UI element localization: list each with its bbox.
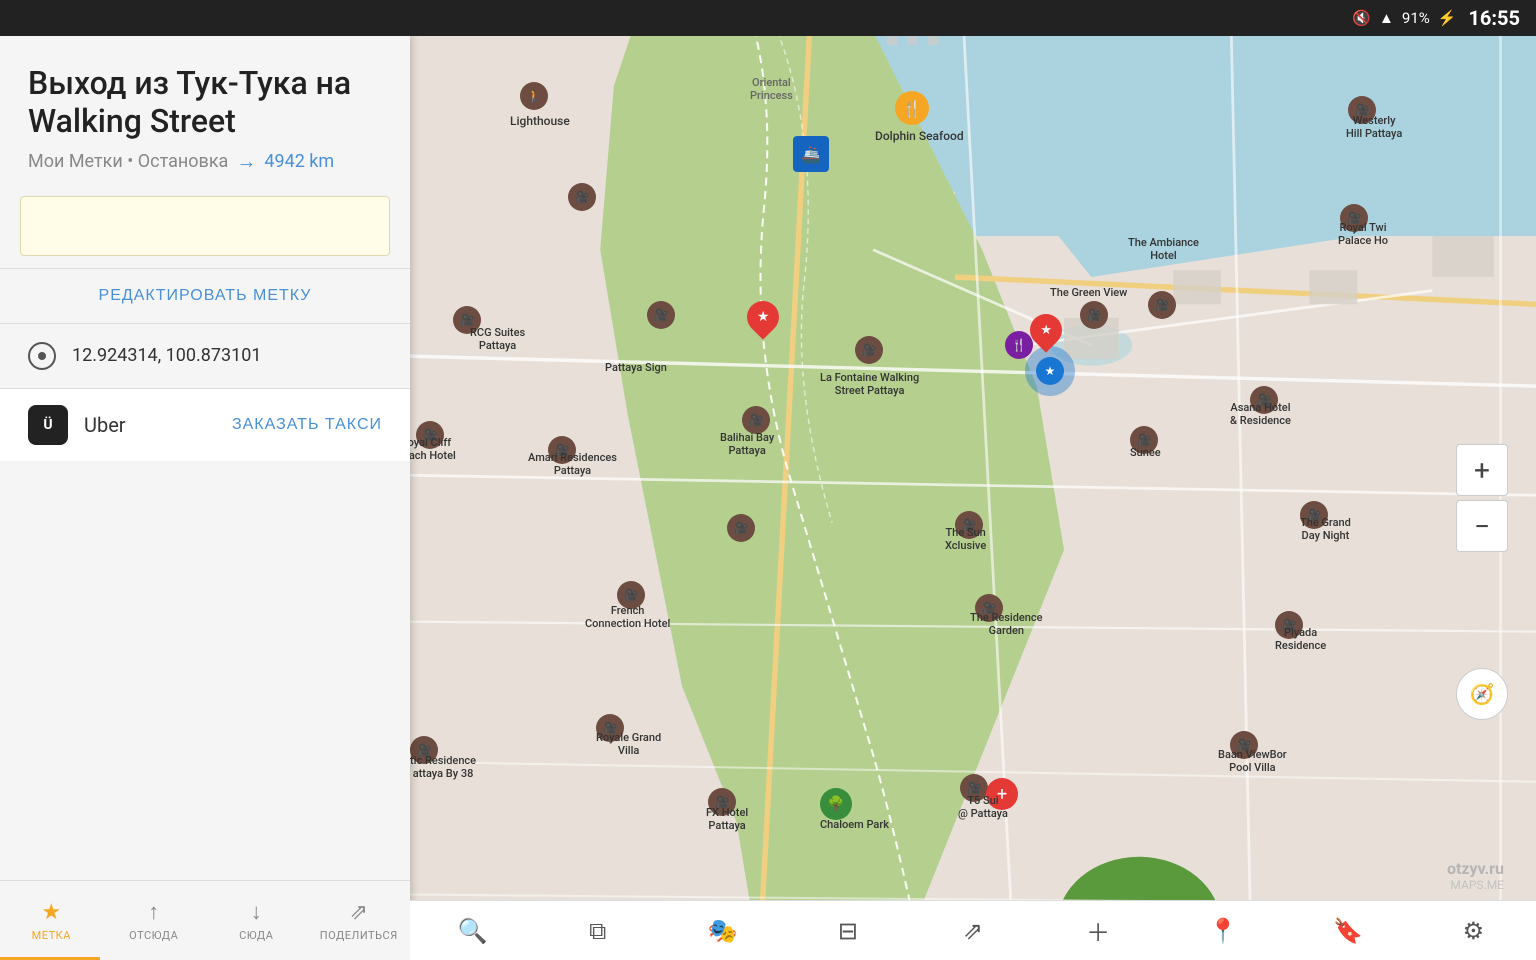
marker-greenview-icon[interactable]: 🎥 [1080,301,1108,329]
tab-otsyuda[interactable]: ↑ ОТСЮДА [103,891,206,950]
zoom-in-button[interactable]: + [1456,444,1508,496]
marker-balihai-icon[interactable]: 🎥 [742,406,770,434]
location-toolbar-button[interactable]: 📍 [1201,909,1245,953]
battery-text: 91% [1402,9,1430,27]
watermark: otzyv.ru MAPS.ME [1447,859,1504,892]
settings-icon: ⚙ [1463,917,1485,945]
marker-dolphin-seafood[interactable]: 🍴 Dolphin Seafood [895,91,929,125]
search-icon: 🔍 [458,917,488,945]
marker-lafontaine-icon[interactable]: 🎥 [855,336,883,364]
marker-ambiance-icon[interactable]: 🎥 [1148,291,1176,319]
add-toolbar-button[interactable]: ＋ [1076,909,1120,953]
tab-metka-label: МЕТКА [32,929,71,942]
marker-chaloem-icon[interactable]: 🌳 [820,788,852,820]
bookmark-toolbar-button[interactable]: 🔖 [1326,909,1370,953]
tab-otsyuda-icon: ↑ [148,899,159,925]
zoom-out-button[interactable]: − [1456,500,1508,552]
marker-star-pin[interactable]: ★ [1030,314,1062,354]
marker-restaurant-icon[interactable]: 🍴 [1005,331,1033,359]
search-toolbar-button[interactable]: 🔍 [451,909,495,953]
layers-toolbar-button[interactable]: ⧉ [576,909,620,953]
tab-podelis-label: ПОДЕЛИТЬСЯ [320,929,398,942]
panel-header: Выход из Тук-Тука на Walking Street Мои … [0,36,410,184]
coords-value: 12.924314, 100.873101 [72,345,261,366]
bookmark-icon: 🔖 [1333,917,1363,945]
marker-lighthouse[interactable]: 🚶 Lighthouse [520,82,548,110]
panel-title: Выход из Тук-Тука на Walking Street [28,64,382,141]
tab-syuda-icon: ↓ [251,899,262,925]
coords-icon [28,342,56,370]
uber-row: Ü Uber ЗАКАЗАТЬ ТАКСИ [0,389,410,461]
edit-button[interactable]: РЕДАКТИРОВАТЬ МЕТКУ [99,287,312,305]
settings-toolbar-button[interactable]: ⚙ [1451,909,1495,953]
status-bar: 🔇 ▲ 91% ⚡ 16:55 [0,0,1536,36]
zoom-controls: + − [1456,444,1508,552]
coords-row: 12.924314, 100.873101 [0,324,410,388]
filter-toolbar-button[interactable]: ⊟ [826,909,870,953]
battery-icon: ⚡ [1438,9,1457,27]
wifi-icon: ▲ [1379,9,1394,27]
edit-btn-row: РЕДАКТИРОВАТЬ МЕТКУ [0,269,410,323]
bottom-tabs: ★ МЕТКА ↑ ОТСЮДА ↓ СЮДА ⇗ ПОДЕЛИТЬСЯ [0,880,410,960]
filter-icon: ⊟ [838,917,858,945]
tab-metka-icon: ★ [41,900,61,925]
uber-logo-text: Ü [43,417,52,433]
marker-cam2[interactable]: 🎥 [727,514,755,542]
marker-red-pin-main[interactable]: ★ [747,301,779,341]
marker-cam1[interactable]: 🎥 [568,183,596,211]
tab-syuda[interactable]: ↓ СЮДА [205,891,308,950]
share-icon: ⇗ [963,917,983,945]
compass-button[interactable]: 🧭 [1456,668,1508,720]
distance-text: 4942 km [264,151,334,172]
arrow-icon: → [236,149,256,174]
binoculars-toolbar-button[interactable]: 🎭 [701,909,745,953]
tab-syuda-label: СЮДА [239,929,273,942]
location-icon: 📍 [1208,917,1238,945]
ad-banner [20,196,390,256]
status-time: 16:55 [1468,6,1520,30]
uber-order-button[interactable]: ЗАКАЗАТЬ ТАКСИ [232,416,382,434]
side-panel: Выход из Тук-Тука на Walking Street Мои … [0,36,410,960]
add-icon: ＋ [1086,913,1110,948]
binoculars-icon: 🎭 [708,917,738,945]
uber-logo: Ü [28,405,68,445]
tab-podelis[interactable]: ⇗ ПОДЕЛИТЬСЯ [308,892,411,950]
uber-name: Uber [84,413,216,437]
map-toolbar: 🔍 ⧉ 🎭 ⊟ ⇗ ＋ 📍 🔖 ⚙ [410,900,1536,960]
tab-metka[interactable]: ★ МЕТКА [0,892,103,950]
layers-icon: ⧉ [589,917,606,945]
marker-ferry[interactable]: 🚢 [793,136,829,172]
share-toolbar-button[interactable]: ⇗ [951,909,995,953]
subtitle-text: Мои Метки • Остановка [28,151,228,172]
tab-otsyuda-label: ОТСЮДА [129,929,178,942]
marker-pattaya-sign-icon[interactable]: 🎥 [647,301,675,329]
tab-podelis-icon: ⇗ [350,900,368,925]
panel-subtitle: Мои Метки • Остановка → 4942 km [28,149,382,174]
mute-icon: 🔇 [1352,9,1371,27]
